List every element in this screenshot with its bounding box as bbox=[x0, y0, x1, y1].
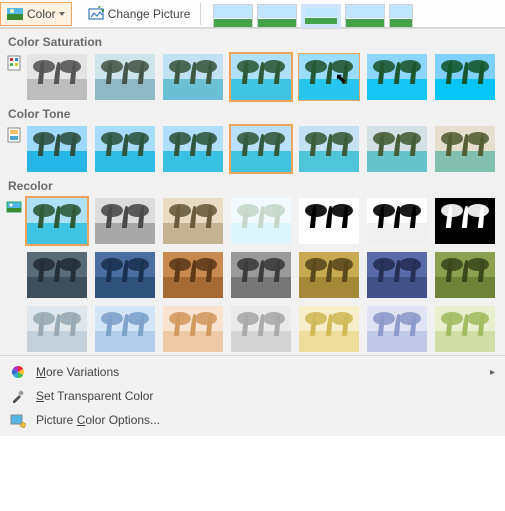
color-preset-thumb[interactable] bbox=[26, 305, 88, 353]
picture-style-thumb[interactable] bbox=[257, 4, 297, 28]
color-preset-thumb[interactable] bbox=[230, 125, 292, 173]
saturation-thumbs: ⬉ bbox=[26, 53, 499, 101]
color-preset-thumb[interactable] bbox=[26, 251, 88, 299]
section-header-saturation: Color Saturation bbox=[0, 29, 505, 53]
color-preset-thumb[interactable] bbox=[434, 251, 496, 299]
chevron-down-icon bbox=[59, 12, 65, 16]
set-transparent-color-item[interactable]: Set Transparent Color bbox=[0, 384, 505, 408]
change-picture-button[interactable]: Change Picture bbox=[82, 2, 197, 26]
eyedropper-icon bbox=[10, 388, 26, 404]
color-preset-thumb[interactable] bbox=[26, 197, 88, 245]
more-variations-label: More Variations bbox=[36, 365, 119, 379]
color-preset-thumb[interactable] bbox=[366, 251, 428, 299]
picture-style-thumb[interactable] bbox=[345, 4, 385, 28]
picture-options-icon bbox=[10, 412, 26, 428]
section-header-tone: Color Tone bbox=[0, 101, 505, 125]
recolor-side-icon bbox=[6, 199, 22, 215]
color-menu-footer: More Variations ▸ Set Transparent Color … bbox=[0, 355, 505, 436]
color-preset-thumb[interactable] bbox=[434, 53, 496, 101]
picture-style-gallery[interactable] bbox=[205, 0, 413, 28]
change-picture-label: Change Picture bbox=[108, 7, 191, 21]
color-preset-thumb[interactable] bbox=[94, 305, 156, 353]
set-transparent-label: Set Transparent Color bbox=[36, 389, 153, 403]
color-icon bbox=[7, 6, 23, 22]
ribbon: Color Change Picture bbox=[0, 0, 505, 28]
color-preset-thumb[interactable] bbox=[366, 53, 428, 101]
color-dropdown-label: Color bbox=[27, 7, 56, 21]
color-preset-thumb[interactable] bbox=[298, 125, 360, 173]
tone-side-icon bbox=[6, 127, 22, 143]
change-picture-icon bbox=[88, 6, 104, 22]
color-preset-thumb[interactable] bbox=[366, 305, 428, 353]
color-preset-thumb[interactable] bbox=[162, 197, 224, 245]
color-preset-thumb[interactable] bbox=[162, 251, 224, 299]
saturation-side-icon bbox=[6, 55, 22, 71]
color-preset-thumb[interactable] bbox=[230, 197, 292, 245]
section-header-recolor: Recolor bbox=[0, 173, 505, 197]
color-dropdown-button[interactable]: Color bbox=[0, 2, 72, 26]
color-preset-thumb[interactable] bbox=[298, 251, 360, 299]
color-preset-thumb[interactable] bbox=[26, 125, 88, 173]
picture-style-thumb-selected[interactable] bbox=[301, 4, 341, 28]
color-preset-thumb[interactable] bbox=[434, 305, 496, 353]
color-preset-thumb[interactable]: ⬉ bbox=[298, 53, 360, 101]
color-dropdown-panel: Color Saturation ⬉ Color Tone Recolor bbox=[0, 28, 505, 355]
color-preset-thumb[interactable] bbox=[94, 53, 156, 101]
color-preset-thumb[interactable] bbox=[298, 305, 360, 353]
color-preset-thumb[interactable] bbox=[230, 305, 292, 353]
color-preset-thumb[interactable] bbox=[26, 53, 88, 101]
color-preset-thumb[interactable] bbox=[94, 251, 156, 299]
picture-color-options-label: Picture Color Options... bbox=[36, 413, 160, 427]
tone-thumbs bbox=[26, 125, 499, 173]
color-preset-thumb[interactable] bbox=[434, 197, 496, 245]
color-preset-thumb[interactable] bbox=[162, 305, 224, 353]
color-preset-thumb[interactable] bbox=[230, 53, 292, 101]
color-preset-thumb[interactable] bbox=[162, 125, 224, 173]
color-preset-thumb[interactable] bbox=[366, 197, 428, 245]
recolor-thumbs bbox=[26, 197, 499, 353]
color-preset-thumb[interactable] bbox=[162, 53, 224, 101]
more-variations-item[interactable]: More Variations ▸ bbox=[0, 360, 505, 384]
color-preset-thumb[interactable] bbox=[366, 125, 428, 173]
ribbon-separator bbox=[200, 3, 201, 25]
color-preset-thumb[interactable] bbox=[298, 197, 360, 245]
picture-color-options-item[interactable]: Picture Color Options... bbox=[0, 408, 505, 432]
picture-style-thumb[interactable] bbox=[213, 4, 253, 28]
color-preset-thumb[interactable] bbox=[94, 197, 156, 245]
color-preset-thumb[interactable] bbox=[94, 125, 156, 173]
picture-style-thumb[interactable] bbox=[389, 4, 413, 28]
submenu-arrow-icon: ▸ bbox=[490, 367, 495, 378]
color-preset-thumb[interactable] bbox=[434, 125, 496, 173]
color-preset-thumb[interactable] bbox=[230, 251, 292, 299]
color-wheel-icon bbox=[10, 364, 26, 380]
